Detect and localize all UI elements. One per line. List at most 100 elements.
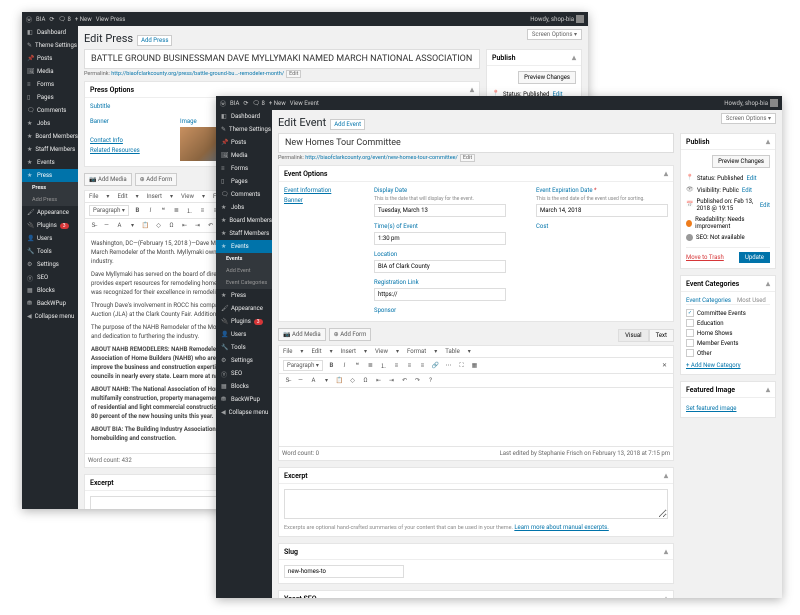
menu-pages[interactable]: ▯Pages — [22, 91, 78, 104]
avatar[interactable] — [576, 15, 584, 23]
view-link[interactable]: View Press — [96, 16, 126, 23]
quote-icon[interactable]: ❝ — [159, 206, 168, 215]
italic-icon[interactable]: I — [340, 361, 349, 370]
screen-options[interactable]: Screen Options ▾ — [721, 113, 776, 124]
menu-forms[interactable]: ≡Forms — [22, 78, 78, 91]
menu-press[interactable]: ★Press — [216, 289, 272, 302]
align-left-icon[interactable]: ≡ — [198, 206, 207, 215]
align-right-icon[interactable]: ≡ — [418, 361, 427, 370]
toolbar-toggle-icon[interactable]: ▦ — [470, 361, 479, 370]
menu-backwpup[interactable]: ⛃BackWPup — [22, 297, 78, 310]
menu-collapse[interactable]: ◀Collapse menu — [22, 310, 78, 323]
menu-pages[interactable]: ▯Pages — [216, 175, 272, 188]
menu-posts[interactable]: 📌Posts — [216, 136, 272, 149]
location-input[interactable] — [374, 260, 506, 273]
ol-icon[interactable]: ⒈ — [185, 206, 194, 215]
menu-theme[interactable]: ✎Theme Settings — [22, 39, 78, 52]
comments-count[interactable]: 🗨 8 — [252, 100, 264, 107]
menu-edit[interactable]: Edit — [311, 348, 321, 355]
site-name[interactable]: BIA — [230, 100, 239, 107]
menu-plugins[interactable]: 🔌Plugins 3 — [22, 219, 78, 232]
trash-link[interactable]: Move to Trash — [686, 254, 724, 261]
excerpt-learn-link[interactable]: Learn more about manual excerpts. — [514, 524, 608, 531]
menu-plugins[interactable]: 🔌Plugins 3 — [216, 315, 272, 328]
submenu-add-event[interactable]: Add Event — [216, 265, 272, 277]
event-info-link[interactable]: Event Information — [284, 187, 344, 194]
new-link[interactable]: + New — [75, 16, 92, 23]
hr-icon[interactable]: — — [296, 376, 305, 385]
menu-press[interactable]: ★Press — [22, 169, 78, 182]
editor-body[interactable] — [278, 387, 674, 447]
add-form-button[interactable]: ⊕ Add Form — [135, 173, 178, 186]
format-select[interactable]: Paragraph ▾ — [89, 205, 129, 216]
updates-icon[interactable]: ⟳ — [49, 16, 54, 23]
undo-icon[interactable]: ↶ — [400, 376, 409, 385]
slug-input[interactable] — [284, 565, 404, 578]
publish-header[interactable]: Publish▴ — [487, 50, 581, 66]
excerpt-header[interactable]: Excerpt▴ — [279, 468, 673, 484]
ul-icon[interactable]: ≣ — [172, 206, 181, 215]
redo-icon[interactable]: ↷ — [413, 376, 422, 385]
add-media-button[interactable]: 📷 Add Media — [84, 173, 132, 186]
cats-tab-all[interactable]: Event Categories — [686, 297, 731, 304]
menu-jobs[interactable]: ★Jobs — [22, 117, 78, 130]
yoast-header[interactable]: Yoast SEO▴ — [279, 591, 673, 598]
menu-forms[interactable]: ≡Forms — [216, 162, 272, 175]
quote-icon[interactable]: ❝ — [353, 361, 362, 370]
menu-dashboard[interactable]: ◧Dashboard — [216, 110, 272, 123]
event-options-header[interactable]: Event Options▴ — [279, 166, 673, 182]
menu-appearance[interactable]: 🖌Appearance — [22, 206, 78, 219]
menu-view[interactable]: View — [375, 348, 388, 355]
menu-seo[interactable]: ⓎSEO — [22, 271, 78, 284]
cats-tab-used[interactable]: Most Used — [737, 297, 766, 304]
menu-collapse[interactable]: ◀Collapse menu — [216, 406, 272, 419]
strike-icon[interactable]: S̶ — [89, 221, 98, 230]
text-tab[interactable]: Text — [649, 329, 674, 342]
reg-input[interactable] — [374, 288, 506, 301]
menu-dashboard[interactable]: ◧Dashboard — [22, 26, 78, 39]
menu-view[interactable]: View — [181, 193, 194, 200]
menu-file[interactable]: File — [283, 348, 292, 355]
display-date-input[interactable] — [374, 204, 506, 217]
permalink-link[interactable]: http://biaofclarkcounty.org/press/battle… — [111, 71, 284, 77]
textcolor-icon[interactable]: A — [309, 376, 318, 385]
avatar[interactable] — [770, 99, 778, 107]
char-icon[interactable]: Ω — [361, 376, 370, 385]
menu-comments[interactable]: 🗨Comments — [22, 104, 78, 117]
preview-button[interactable]: Preview Changes — [712, 155, 770, 168]
clear-icon[interactable]: ◇ — [154, 221, 163, 230]
hr-icon[interactable]: — — [102, 221, 111, 230]
clear-icon[interactable]: ◇ — [348, 376, 357, 385]
menu-users[interactable]: 👤Users — [22, 232, 78, 245]
menu-settings[interactable]: ⚙Settings — [22, 258, 78, 271]
site-name[interactable]: BIA — [36, 16, 45, 23]
view-link[interactable]: View Event — [290, 100, 319, 107]
outdent-icon[interactable]: ⇤ — [180, 221, 189, 230]
add-media-button[interactable]: 📷 Add Media — [278, 328, 326, 341]
exp-date-input[interactable] — [536, 204, 668, 217]
submenu-event-cats[interactable]: Event Categories — [216, 277, 272, 289]
date-edit[interactable]: Edit — [760, 202, 770, 209]
menu-insert[interactable]: Insert — [341, 348, 356, 355]
updates-icon[interactable]: ⟳ — [243, 100, 248, 107]
bold-icon[interactable]: B — [327, 361, 336, 370]
preview-button[interactable]: Preview Changes — [518, 71, 576, 84]
resources-link[interactable]: Related Resources — [90, 147, 150, 154]
checkbox[interactable] — [686, 329, 694, 337]
menu-board[interactable]: ★Board Members — [216, 214, 272, 227]
times-input[interactable] — [374, 232, 506, 245]
menu-comments[interactable]: 🗨Comments — [216, 188, 272, 201]
permalink-edit[interactable]: Edit — [460, 154, 475, 162]
post-title-input[interactable] — [84, 49, 480, 69]
add-press-button[interactable]: Add Press — [137, 35, 172, 46]
set-featured-link[interactable]: Set featured image — [686, 405, 737, 412]
menu-seo[interactable]: ⓎSEO — [216, 367, 272, 380]
menu-settings[interactable]: ⚙Settings — [216, 354, 272, 367]
menu-theme[interactable]: ✎Theme Settings — [216, 123, 272, 136]
menu-users[interactable]: 👤Users — [216, 328, 272, 341]
wp-logo-icon[interactable]: ⓦ — [26, 15, 32, 24]
checkbox[interactable] — [686, 339, 694, 347]
menu-staff[interactable]: ★Staff Members — [22, 143, 78, 156]
permalink-edit[interactable]: Edit — [286, 70, 301, 78]
post-title-input[interactable] — [278, 133, 674, 153]
